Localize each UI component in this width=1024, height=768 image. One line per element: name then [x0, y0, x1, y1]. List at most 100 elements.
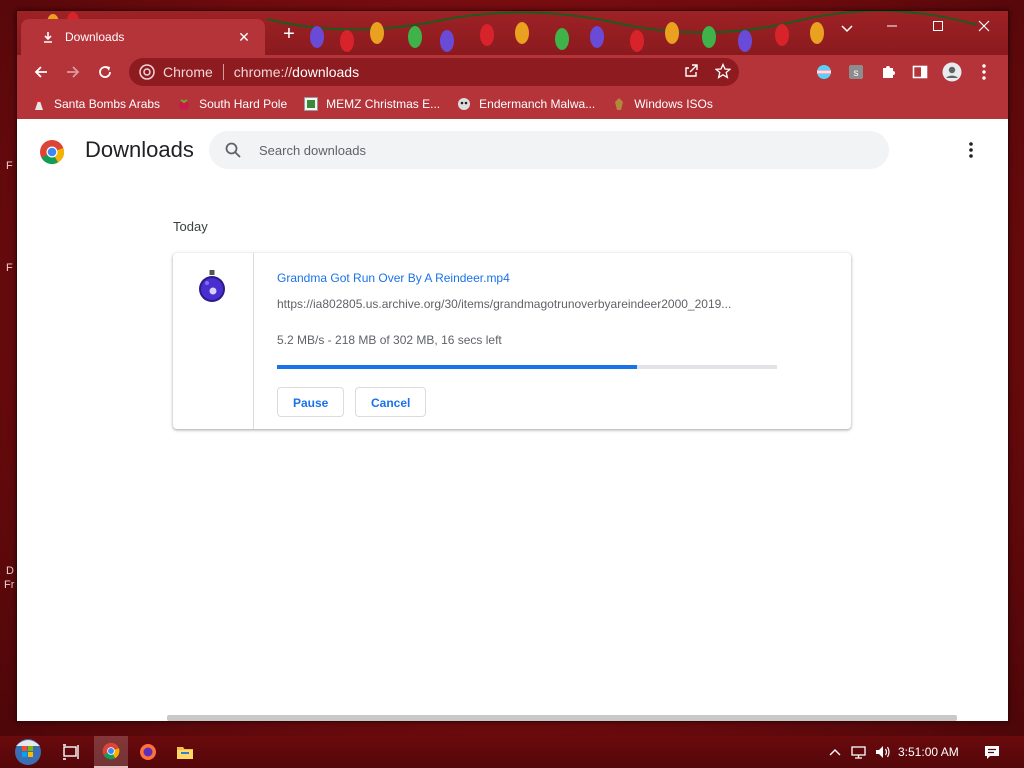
taskbar-chrome[interactable] [94, 736, 128, 768]
notification-icon [985, 745, 999, 759]
url-host: downloads [292, 64, 360, 80]
taskbar-clock[interactable]: 3:51:00 AM [898, 736, 959, 768]
cancel-button[interactable]: Cancel [355, 387, 427, 417]
search-input[interactable] [257, 141, 861, 159]
svg-text:s: s [854, 68, 859, 79]
volume-icon [876, 746, 890, 758]
chrome-icon [102, 742, 120, 760]
desktop-icon-label[interactable]: Fr [4, 579, 14, 591]
maximize-icon [933, 21, 943, 31]
s-extension-icon: s [849, 65, 863, 79]
minimize-icon [887, 25, 897, 27]
star-icon[interactable] [714, 62, 732, 82]
back-arrow-icon [34, 66, 47, 78]
bookmarks-bar: Santa Bombs Arabs South Hard Pole MEMZ C… [17, 89, 1008, 119]
close-icon [978, 20, 990, 32]
downloads-page: Downloads Today Grandma Got Run Over [17, 119, 1008, 721]
site-label: Chrome [163, 64, 213, 80]
forward-arrow-icon [67, 66, 80, 78]
pause-button[interactable]: Pause [277, 387, 345, 417]
file-explorer-icon [177, 747, 193, 759]
file-source-url[interactable]: https://ia802805.us.archive.org/30/items… [277, 297, 777, 311]
bookmark-label: Windows ISOs [634, 97, 713, 111]
profile-icon [942, 62, 962, 82]
profile-button[interactable] [937, 57, 967, 87]
file-name-link[interactable]: Grandma Got Run Over By A Reindeer.mp4 [277, 271, 510, 285]
download-item-card: Grandma Got Run Over By A Reindeer.mp4 h… [173, 253, 851, 429]
flag-extension-button[interactable] [809, 57, 839, 87]
memz-icon [303, 96, 319, 112]
ornament-bomb-icon [199, 270, 225, 302]
download-icon [41, 30, 55, 44]
endermanch-icon [456, 96, 472, 112]
kebab-menu-icon [969, 142, 973, 158]
desktop-icon-label[interactable]: F [6, 262, 13, 274]
bookmark-windows-isos[interactable]: Windows ISOs [611, 96, 713, 112]
volume-button[interactable] [872, 736, 894, 768]
bookmark-south-hard-pole[interactable]: South Hard Pole [176, 96, 287, 112]
extensions-button[interactable] [873, 57, 903, 87]
kebab-menu-icon [982, 64, 986, 80]
forward-button[interactable] [57, 57, 89, 87]
search-downloads-box[interactable] [209, 131, 889, 169]
search-icon [223, 140, 243, 160]
share-icon[interactable] [683, 63, 699, 82]
downloads-menu-button[interactable] [961, 137, 981, 163]
download-progress-fill [277, 365, 637, 369]
task-view-button[interactable] [54, 736, 88, 768]
chevron-down-icon [841, 25, 853, 33]
browser-toolbar: Chrome chrome://downloads s [17, 55, 1008, 89]
chrome-site-icon [139, 64, 155, 80]
bookmark-santa-bombs-arabs[interactable]: Santa Bombs Arabs [31, 96, 160, 112]
browser-menu-button[interactable] [969, 57, 999, 87]
side-panel-icon [912, 65, 928, 79]
start-orb-icon [15, 739, 41, 765]
download-progress-bar [277, 365, 777, 369]
firefox-icon [140, 744, 156, 760]
bookmark-label: South Hard Pole [199, 97, 288, 111]
horizontal-scrollbar[interactable] [167, 715, 957, 721]
title-bar[interactable]: Downloads ✕ + [17, 11, 1008, 55]
network-icon [851, 746, 866, 759]
side-panel-button[interactable] [905, 57, 935, 87]
s-extension-button[interactable]: s [841, 57, 871, 87]
bookmark-endermanch-malware[interactable]: Endermanch Malwa... [456, 96, 595, 112]
taskbar-file-explorer[interactable] [168, 736, 202, 768]
puzzle-icon [883, 66, 895, 78]
action-center-button[interactable] [980, 736, 1004, 768]
tab-title: Downloads [65, 30, 125, 44]
bookmark-label: Endermanch Malwa... [479, 97, 596, 111]
date-heading: Today [173, 219, 208, 234]
desktop-icon-label[interactable]: F [6, 160, 13, 172]
new-tab-button[interactable]: + [279, 24, 299, 45]
bookmark-memz-christmas[interactable]: MEMZ Christmas E... [303, 96, 440, 112]
reload-button[interactable] [89, 57, 121, 87]
minimize-button[interactable] [869, 11, 915, 41]
bookmark-label: Santa Bombs Arabs [54, 97, 161, 111]
desktop-icon-label[interactable]: D [6, 565, 14, 577]
address-bar[interactable]: Chrome chrome://downloads [129, 58, 739, 86]
back-button[interactable] [25, 57, 57, 87]
download-status: 5.2 MB/s - 218 MB of 302 MB, 16 secs lef… [277, 333, 502, 347]
santa-icon [31, 96, 47, 112]
start-button[interactable] [8, 736, 48, 768]
tab-downloads[interactable]: Downloads ✕ [21, 19, 265, 55]
reload-icon [99, 66, 111, 78]
chrome-logo-icon [40, 140, 65, 165]
tab-search-button[interactable] [833, 17, 861, 41]
page-title: Downloads [85, 137, 194, 162]
maximize-button[interactable] [915, 11, 961, 41]
close-window-button[interactable] [961, 11, 1007, 41]
network-button[interactable] [848, 736, 870, 768]
windows-iso-icon [611, 96, 627, 112]
browser-window: Downloads ✕ + Chrome chrome:// downloads… [16, 10, 1009, 722]
bookmark-label: MEMZ Christmas E... [326, 97, 441, 111]
omnibox-divider [222, 64, 224, 80]
chevron-up-icon [829, 749, 841, 756]
raspberry-icon [176, 96, 192, 112]
url-scheme: chrome:// [233, 64, 293, 80]
show-hidden-icons-button[interactable] [826, 736, 844, 768]
flag-extension-icon [817, 65, 831, 79]
taskbar-firefox[interactable] [131, 736, 165, 768]
close-icon[interactable]: ✕ [235, 28, 253, 46]
